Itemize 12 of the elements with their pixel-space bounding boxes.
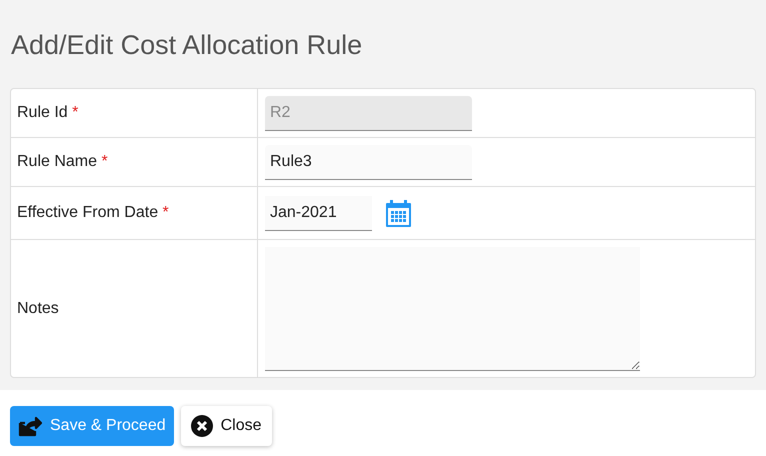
text-field[interactable]: Rule3 (265, 144, 472, 180)
page-title: Add/Edit Cost Allocation Rule (11, 32, 364, 59)
calendar-icon[interactable] (386, 200, 411, 226)
share-icon (18, 415, 42, 437)
field-label: Notes (17, 298, 59, 318)
close-button[interactable]: Close (180, 406, 272, 446)
notes-field[interactable] (265, 246, 640, 370)
close-icon (190, 415, 213, 437)
field-label: Effective From Date * (17, 203, 169, 223)
field-label: Rule Name * (17, 152, 108, 172)
field-label: Rule Id * (17, 103, 78, 123)
date-field[interactable]: Jan-2021 (265, 196, 372, 230)
